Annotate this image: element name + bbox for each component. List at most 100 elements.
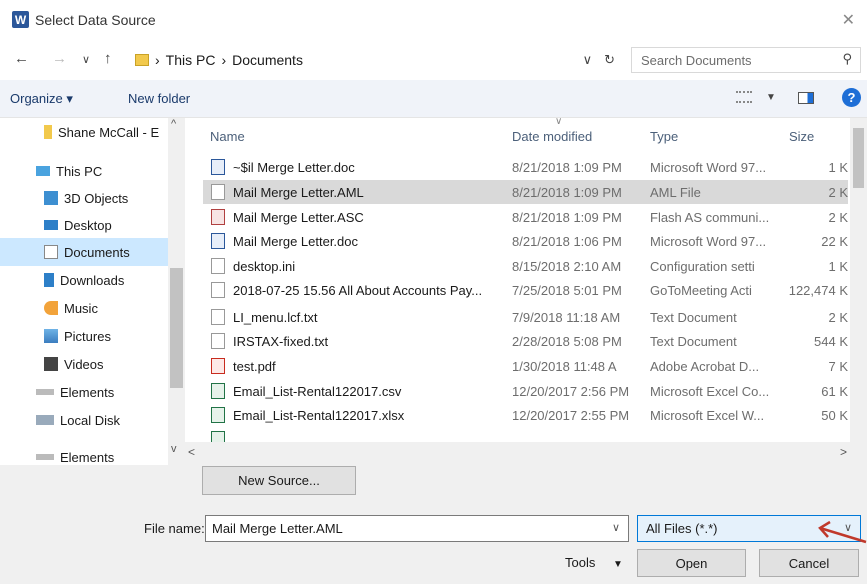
file-type: Flash AS communi... xyxy=(650,209,770,225)
file-size: 1 K xyxy=(828,159,848,175)
column-header-type[interactable]: Type xyxy=(650,121,678,151)
file-name: test.pdf xyxy=(233,358,276,374)
new-source-button[interactable]: New Source... xyxy=(202,466,356,495)
word-document-icon xyxy=(211,233,225,249)
column-header-date-modified[interactable]: Date modified xyxy=(512,121,592,151)
file-row[interactable]: ~$il Merge Letter.doc 8/21/2018 1:09 PM … xyxy=(203,155,848,179)
file-row[interactable]: IRSTAX-fixed.txt 2/28/2018 5:08 PM Text … xyxy=(203,329,848,353)
nav-item-label: Local Disk xyxy=(60,412,120,428)
file-type: Microsoft Word 97... xyxy=(650,233,767,249)
file-type: Text Document xyxy=(650,309,737,325)
address-bar[interactable]: › This PC › Documents ∨ ↻ xyxy=(128,47,624,73)
nav-item-elements[interactable]: Elements xyxy=(0,378,168,406)
file-size: 544 K xyxy=(814,333,848,349)
file-date: 2/28/2018 5:08 PM xyxy=(512,333,622,349)
file-row[interactable]: test.pdf 1/30/2018 11:48 A Adobe Acrobat… xyxy=(203,354,848,378)
file-name: Mail Merge Letter.ASC xyxy=(233,209,364,225)
tools-menu[interactable]: Tools ▼ xyxy=(565,555,623,570)
open-button[interactable]: Open xyxy=(637,549,746,577)
pdf-file-icon xyxy=(211,358,225,374)
file-list-scroll-thumb[interactable] xyxy=(853,128,864,188)
file-size: 1 K xyxy=(828,258,848,274)
file-name-dropdown-chevron-icon[interactable]: ∨ xyxy=(612,521,620,534)
nav-item-3d-objects[interactable]: 3D Objects xyxy=(0,184,168,212)
cancel-button[interactable]: Cancel xyxy=(759,549,859,577)
file-row[interactable]: Email_List-Rental122017.csv 12/20/2017 2… xyxy=(203,379,848,403)
address-row: ← → ∨ ↑ › This PC › Documents ∨ ↻ Search… xyxy=(0,40,867,80)
folder-icon xyxy=(44,125,52,139)
scroll-left-icon[interactable]: < xyxy=(188,445,195,459)
nav-item-local-disk[interactable]: Local Disk xyxy=(0,406,168,434)
file-size: 2 K xyxy=(828,184,848,200)
file-list-scrollbar[interactable] xyxy=(850,118,867,442)
file-type: Microsoft Excel Co... xyxy=(650,383,770,399)
up-arrow-icon[interactable]: ↑ xyxy=(104,50,112,67)
blank-file-icon xyxy=(211,282,225,298)
window-title: Select Data Source xyxy=(35,12,156,28)
file-date: 8/21/2018 1:09 PM xyxy=(512,159,622,175)
nav-item-music[interactable]: Music xyxy=(0,294,168,322)
nav-item-onedrive[interactable]: Shane McCall - E xyxy=(0,118,168,146)
file-row[interactable]: Mail Merge Letter.AML 8/21/2018 1:09 PM … xyxy=(203,180,848,204)
search-icon[interactable]: ⚲ xyxy=(842,51,852,67)
help-icon[interactable]: ? xyxy=(842,88,861,107)
new-folder-button[interactable]: New folder xyxy=(128,91,190,106)
nav-item-videos[interactable]: Videos xyxy=(0,350,168,378)
file-name: desktop.ini xyxy=(233,258,296,274)
scroll-down-icon[interactable]: v xyxy=(171,443,177,455)
address-dropdown-chevron-icon[interactable]: ∨ xyxy=(583,52,593,68)
recent-locations-chevron-icon[interactable]: ∨ xyxy=(82,53,90,66)
file-row[interactable]: desktop.ini 8/15/2018 2:10 AM Configurat… xyxy=(203,254,848,278)
nav-item-documents[interactable]: Documents xyxy=(0,238,168,266)
file-name-field[interactable]: Mail Merge Letter.AML ∨ xyxy=(205,515,629,542)
nav-item-desktop[interactable]: Desktop xyxy=(0,211,168,239)
nav-item-elements-2[interactable]: Elements xyxy=(0,443,168,465)
horizontal-scrollbar[interactable]: < > xyxy=(185,442,867,465)
close-icon[interactable]: ✕ xyxy=(842,10,855,30)
nav-item-downloads[interactable]: Downloads xyxy=(0,266,168,294)
organize-button[interactable]: Organize ▾ xyxy=(10,91,73,107)
file-date: 7/25/2018 5:01 PM xyxy=(512,282,622,298)
back-arrow-icon[interactable]: ← xyxy=(14,50,29,67)
change-view-icon[interactable] xyxy=(736,91,752,103)
column-header-name[interactable]: Name xyxy=(210,121,245,151)
blank-file-icon xyxy=(211,184,225,200)
file-size: 2 K xyxy=(828,309,848,325)
nav-scrollbar[interactable]: ^ v xyxy=(168,118,185,465)
flash-file-icon xyxy=(211,209,225,225)
nav-item-pictures[interactable]: Pictures xyxy=(0,322,168,350)
nav-item-label: Videos xyxy=(64,356,104,372)
column-header-size[interactable]: Size xyxy=(789,121,814,151)
file-date: 12/20/2017 2:55 PM xyxy=(512,407,630,423)
file-date: 1/30/2018 11:48 A xyxy=(512,358,617,374)
file-size: 122,474 K xyxy=(788,282,848,298)
file-row-partial[interactable] xyxy=(203,427,848,442)
view-options-chevron-icon[interactable]: ▼ xyxy=(766,92,776,103)
preview-pane-icon[interactable] xyxy=(798,92,814,104)
excel-workbook-icon xyxy=(211,431,225,442)
nav-item-label: 3D Objects xyxy=(64,190,129,206)
music-icon xyxy=(44,301,58,315)
title-bar: W Select Data Source ✕ xyxy=(0,0,867,40)
search-input[interactable]: Search Documents ⚲ xyxy=(631,47,861,73)
file-row[interactable]: 2018-07-25 15.56 All About Accounts Pay.… xyxy=(203,278,848,302)
file-row[interactable]: Mail Merge Letter.ASC 8/21/2018 1:09 PM … xyxy=(203,205,848,229)
nav-item-this-pc[interactable]: This PC xyxy=(0,157,168,185)
videos-icon xyxy=(44,357,58,371)
breadcrumb-this-pc[interactable]: This PC xyxy=(166,52,216,68)
file-type-filter-value: All Files (*.*) xyxy=(646,521,718,536)
file-row[interactable]: Email_List-Rental122017.xlsx 12/20/2017 … xyxy=(203,403,848,427)
nav-item-label: This PC xyxy=(56,163,103,179)
scroll-up-icon[interactable]: ^ xyxy=(171,118,176,130)
nav-scroll-thumb[interactable] xyxy=(170,268,183,388)
file-type: Text Document xyxy=(650,333,737,349)
file-row[interactable]: Mail Merge Letter.doc 8/21/2018 1:06 PM … xyxy=(203,229,848,253)
nav-item-label: Documents xyxy=(64,244,130,260)
red-arrow-annotation xyxy=(818,520,867,544)
breadcrumb-documents[interactable]: Documents xyxy=(232,52,303,68)
forward-arrow-icon[interactable]: → xyxy=(52,50,67,67)
excel-csv-icon xyxy=(211,383,225,399)
scroll-right-icon[interactable]: > xyxy=(840,445,847,459)
file-row[interactable]: LI_menu.lcf.txt 7/9/2018 11:18 AM Text D… xyxy=(203,305,848,329)
refresh-icon[interactable]: ↻ xyxy=(604,52,615,68)
